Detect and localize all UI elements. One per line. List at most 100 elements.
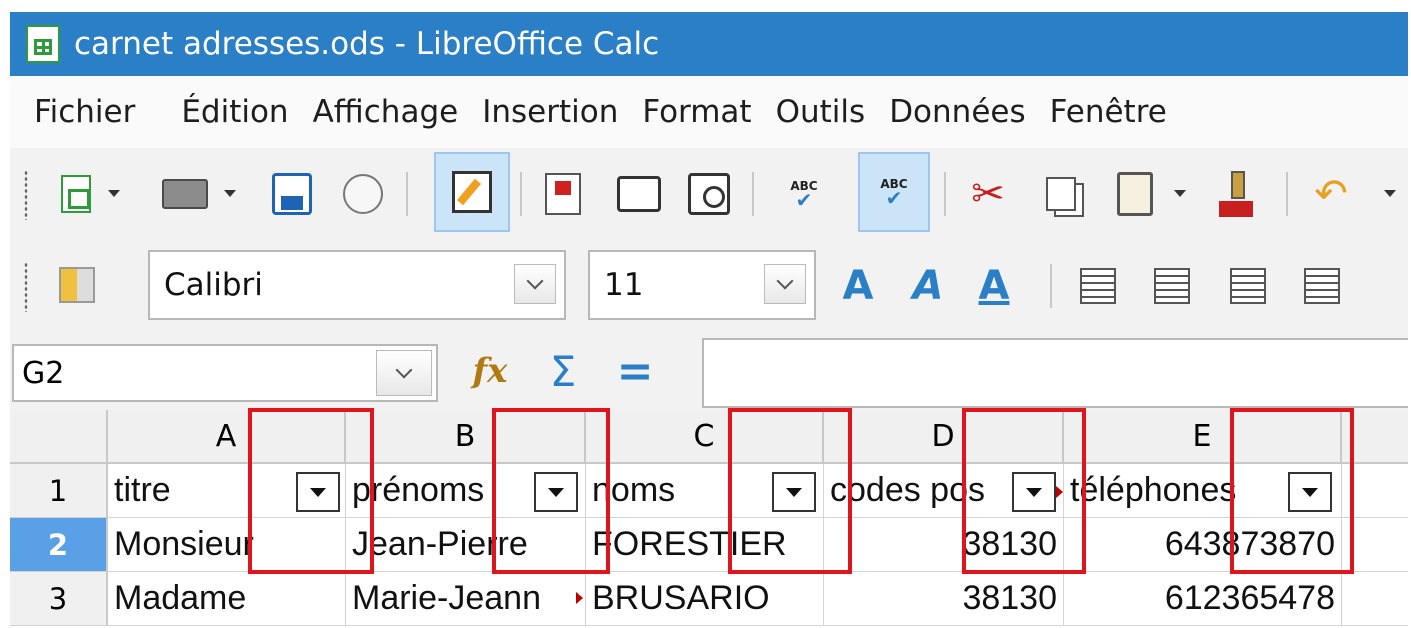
function-wizard-button[interactable]: fx [462,344,518,398]
sum-button[interactable]: Σ [538,344,588,398]
font-size-dropdown[interactable] [764,264,806,304]
menu-fichier[interactable]: Fichier [34,94,135,130]
bold-button[interactable]: A [830,260,886,312]
save-button[interactable] [268,168,316,220]
menu-bar: Fichier Édition Affichage Insertion Form… [10,76,1408,148]
email-button[interactable] [338,168,388,220]
formula-input[interactable] [702,338,1408,408]
annotation-highlight-a [248,408,374,574]
cut-button[interactable]: ✂ [962,168,1014,220]
cell-e3[interactable]: 612365478 [1064,572,1342,626]
copy-icon [1046,177,1076,211]
standard-toolbar: ABC ✔ ABC ✔ ✂ ↶ [10,148,1408,238]
chevron-down-icon [526,272,544,290]
cell-f3[interactable] [1342,572,1408,626]
underline-icon: A [978,263,1010,309]
paste-dropdown-arrow[interactable] [1174,190,1186,197]
print-button[interactable] [614,168,664,220]
name-box-dropdown[interactable] [376,350,432,396]
cell-b3[interactable]: Marie-Jeann [346,572,586,626]
select-all-corner[interactable] [10,410,108,464]
email-icon [343,174,383,214]
align-right-button[interactable] [1222,260,1274,312]
toolbar-separator [1050,264,1052,308]
clone-formatting-icon [1217,171,1255,217]
new-button[interactable] [54,170,98,218]
font-name-dropdown[interactable] [514,264,556,304]
font-size-combo[interactable]: 11 [588,250,816,320]
menu-format[interactable]: Format [642,94,751,130]
align-center-button[interactable] [1146,260,1198,312]
menu-donnees[interactable]: Données [889,94,1025,130]
save-icon [272,173,312,215]
toolbar-separator [520,172,522,216]
toolbar-separator [406,172,408,216]
open-button[interactable] [158,170,212,218]
cut-icon: ✂ [971,171,1005,217]
font-name-value: Calibri [164,267,263,303]
align-left-button[interactable] [1072,260,1124,312]
cell-a3[interactable]: Madame [108,572,346,626]
new-icon [61,175,91,213]
underline-button[interactable]: A [966,260,1022,312]
export-pdf-button[interactable] [540,168,586,220]
formula-button[interactable]: = [610,344,660,398]
align-right-icon [1230,268,1266,304]
open-icon [162,179,208,209]
sum-icon: Σ [549,346,577,396]
copy-button[interactable] [1038,168,1084,220]
autospellcheck-icon: ABC ✔ [880,176,908,210]
toolbar-grip[interactable] [24,170,28,220]
align-left-icon [1080,268,1116,304]
export-pdf-icon [545,173,581,215]
spellcheck-button[interactable]: ABC ✔ [778,168,830,220]
text-overflow-arrow [576,592,583,604]
toolbar-grip[interactable] [24,262,28,312]
open-dropdown-arrow[interactable] [224,190,236,197]
toolbar-separator [1286,172,1288,216]
print-preview-button[interactable] [684,168,734,220]
clone-formatting-button[interactable] [1210,166,1262,222]
justify-button[interactable] [1296,260,1348,312]
edit-mode-button[interactable] [434,152,510,232]
formula-bar: G2 fx Σ = [10,334,1408,410]
justify-icon [1304,268,1340,304]
row-header-3[interactable]: 3 [10,572,108,626]
undo-dropdown-arrow[interactable] [1384,190,1396,197]
row-header-2[interactable]: 2 [10,518,108,572]
cell-d3[interactable]: 38130 [824,572,1064,626]
menu-edition[interactable]: Édition [181,94,288,130]
new-dropdown-arrow[interactable] [108,190,120,197]
print-icon [617,176,661,212]
title-bar: carnet adresses.ods - LibreOffice Calc [10,12,1408,76]
annotation-highlight-e [1230,408,1354,574]
row-header-1[interactable]: 1 [10,464,108,518]
toolbar-separator [944,172,946,216]
chevron-down-icon [776,272,794,290]
annotation-highlight-b [492,408,610,574]
paste-button[interactable] [1110,166,1160,222]
italic-icon: A [912,263,944,309]
font-name-combo[interactable]: Calibri [148,250,566,320]
autospellcheck-button[interactable]: ABC ✔ [858,152,930,232]
function-wizard-icon: fx [472,351,508,391]
styles-icon [59,267,95,303]
align-center-icon [1154,268,1190,304]
chevron-down-icon [395,361,413,379]
font-size-value: 11 [604,267,644,303]
spellcheck-icon: ABC ✔ [790,178,818,212]
undo-icon: ↶ [1314,171,1348,217]
menu-affichage[interactable]: Affichage [313,94,459,130]
styles-button[interactable] [54,260,100,310]
menu-outils[interactable]: Outils [776,94,866,130]
cell-reference: G2 [22,356,65,391]
cell-c3[interactable]: BRUSARIO [586,572,824,626]
annotation-highlight-d [962,408,1086,574]
name-box[interactable]: G2 [12,344,438,402]
italic-button[interactable]: A [900,260,956,312]
menu-insertion[interactable]: Insertion [482,94,618,130]
undo-button[interactable]: ↶ [1306,168,1356,220]
edit-mode-icon [452,171,492,213]
formatting-toolbar: Calibri 11 A A A [10,238,1408,334]
menu-fenetre[interactable]: Fenêtre [1050,94,1167,130]
